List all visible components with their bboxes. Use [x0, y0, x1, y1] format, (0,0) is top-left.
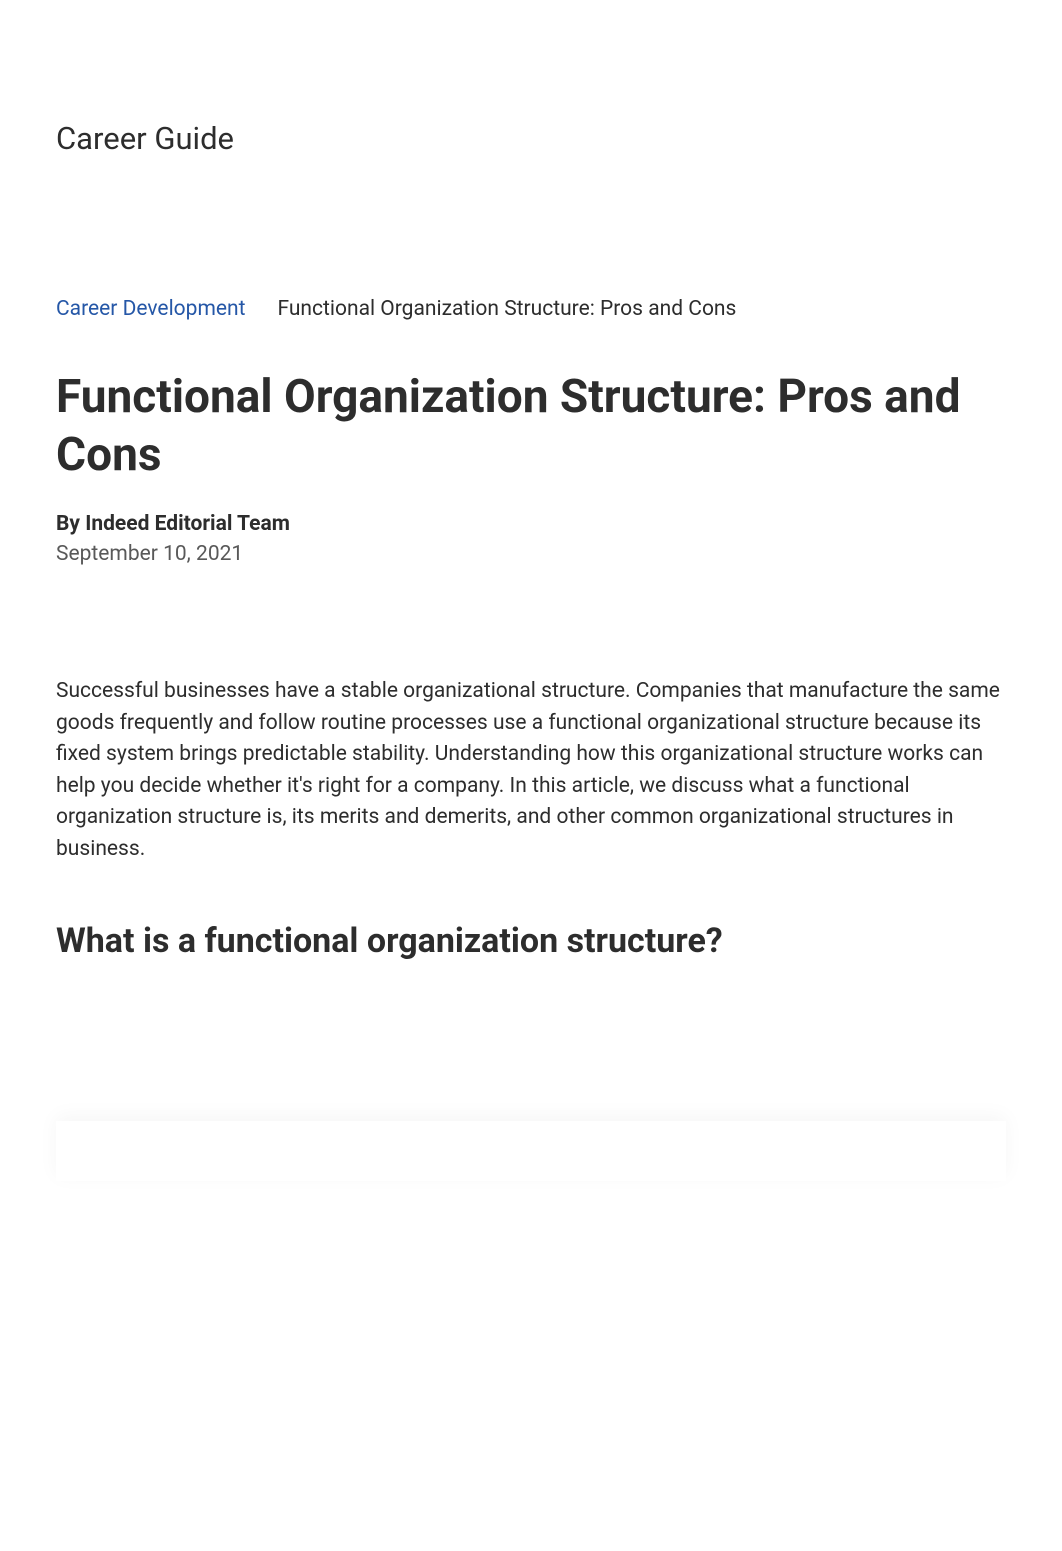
breadcrumb-link-career-development[interactable]: Career Development — [56, 297, 245, 321]
fade-overlay — [56, 1121, 1006, 1181]
site-title: Career Guide — [56, 120, 1006, 157]
section-heading: What is a functional organization struct… — [56, 921, 1006, 961]
byline: By Indeed Editorial Team — [56, 512, 1006, 536]
breadcrumb-current: Functional Organization Structure: Pros … — [277, 297, 736, 321]
content-fade-area — [56, 1001, 1006, 1181]
breadcrumb: Career Development Functional Organizati… — [56, 297, 1006, 321]
publish-date: September 10, 2021 — [56, 542, 1006, 566]
bottom-whitespace — [0, 1181, 1062, 1551]
article-title: Functional Organization Structure: Pros … — [56, 369, 1006, 484]
intro-paragraph: Successful businesses have a stable orga… — [56, 676, 1006, 865]
